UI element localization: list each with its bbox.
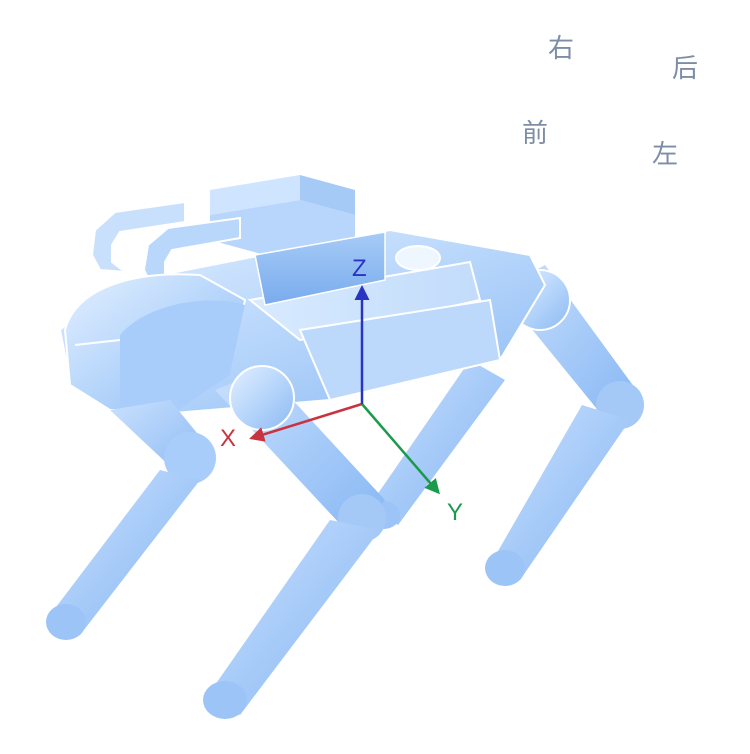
z-axis-label: Z <box>352 255 367 282</box>
front-right-leg <box>203 365 386 719</box>
x-axis-label: X <box>220 425 236 452</box>
direction-label-right: 右 <box>548 34 575 64</box>
front-left-leg <box>46 400 216 640</box>
direction-label-left: 左 <box>652 140 679 170</box>
robot-illustration: X Y Z <box>46 175 644 719</box>
direction-label-front: 前 <box>522 119 549 149</box>
y-axis-label: Y <box>447 499 463 526</box>
robot-dog-diagram: 右 后 前 左 X Y Z <box>0 0 750 750</box>
direction-label-back: 后 <box>672 54 699 84</box>
